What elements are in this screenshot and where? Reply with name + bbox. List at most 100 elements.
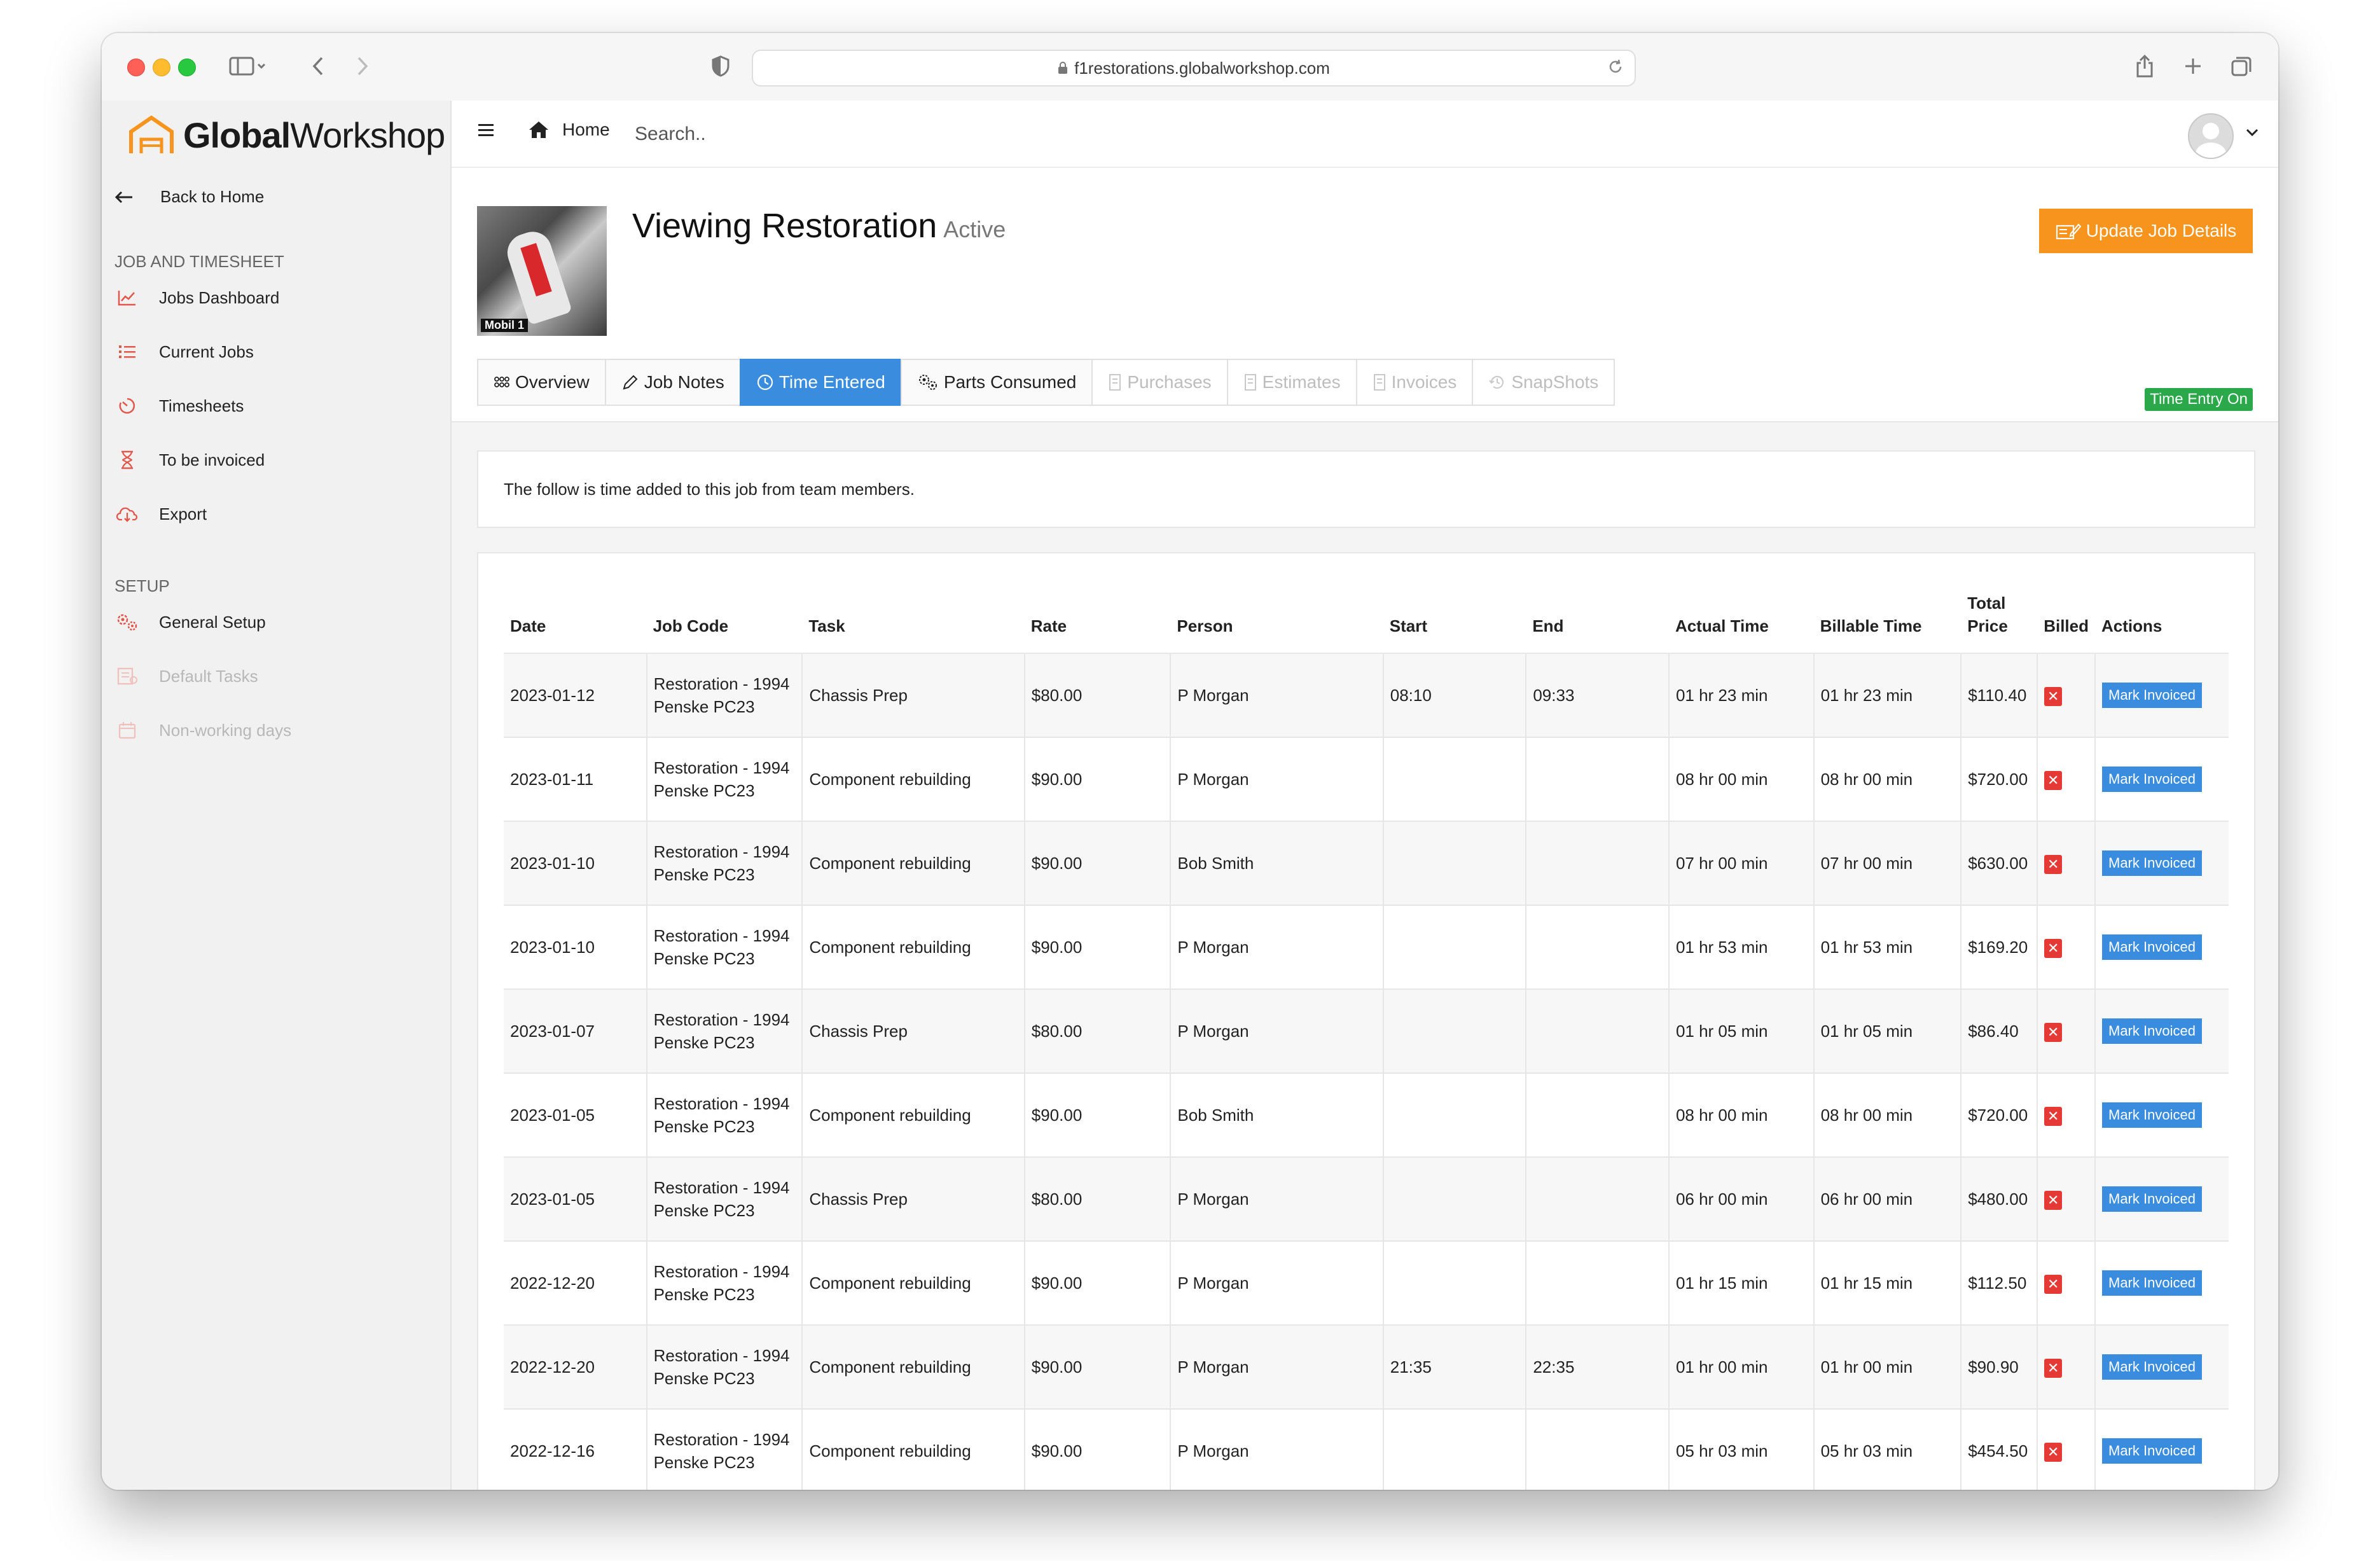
tab-estimates[interactable]: Estimates <box>1226 359 1357 406</box>
sidebar-item-general-setup[interactable]: General Setup <box>114 609 266 635</box>
mark-invoiced-button[interactable]: Mark Invoiced <box>2102 850 2202 876</box>
edit-list-icon <box>2056 222 2081 240</box>
chart-icon <box>114 289 140 306</box>
column-header[interactable]: Person <box>1170 592 1383 654</box>
billed-cell: ✕ <box>2037 1156 2095 1241</box>
rate-cell: $90.00 <box>1023 905 1171 989</box>
column-header[interactable]: Total Price <box>1961 592 2038 654</box>
sidebar-item-default-tasks[interactable]: Default Tasks <box>114 663 258 689</box>
sidebar-item-timesheets[interactable]: Timesheets <box>114 393 244 419</box>
document-icon <box>1243 373 1257 391</box>
tab-invoices[interactable]: Invoices <box>1355 359 1474 406</box>
column-header[interactable]: Billable Time <box>1813 592 1961 654</box>
column-header[interactable]: Task <box>802 592 1025 654</box>
tab-label: Time Entered <box>778 372 885 392</box>
address-bar[interactable]: f1restorations.globalworkshop.com <box>752 50 1636 87</box>
tasks-icon <box>114 667 140 686</box>
rate-cell: $80.00 <box>1023 653 1171 737</box>
start-cell <box>1382 737 1526 821</box>
reload-icon[interactable] <box>1607 58 1624 80</box>
rate-cell: $90.00 <box>1023 1240 1171 1325</box>
job-code-cell: Restoration - 1994 Penske PC23 <box>646 653 803 737</box>
url-text: f1restorations.globalworkshop.com <box>1074 58 1330 78</box>
share-icon[interactable] <box>2131 50 2159 83</box>
minimize-window-button[interactable] <box>153 59 170 76</box>
actions-cell: Mark Invoiced <box>2094 905 2229 989</box>
document-icon <box>1373 373 1387 391</box>
billed-cell: ✕ <box>2037 821 2095 905</box>
mark-invoiced-button[interactable]: Mark Invoiced <box>2102 1186 2202 1212</box>
actual-time-cell: 06 hr 00 min <box>1668 1156 1814 1241</box>
privacy-shield-icon[interactable] <box>705 50 737 83</box>
sidebar-toggle-icon[interactable] <box>223 50 273 83</box>
zoom-window-button[interactable] <box>178 59 196 76</box>
forward-nav-icon[interactable] <box>350 50 375 83</box>
sidebar-item-current-jobs[interactable]: Current Jobs <box>114 339 254 364</box>
arrow-left-icon <box>114 191 140 204</box>
tab-parts-consumed[interactable]: Parts Consumed <box>900 359 1093 406</box>
column-header[interactable]: Date <box>504 592 647 654</box>
sidebar-item-jobs-dashboard[interactable]: Jobs Dashboard <box>114 285 279 310</box>
update-job-details-button[interactable]: Update Job Details <box>2039 209 2253 253</box>
mark-invoiced-button[interactable]: Mark Invoiced <box>2102 767 2202 792</box>
tab-overview[interactable]: Overview <box>477 359 606 406</box>
job-thumbnail[interactable]: Mobil 1 <box>477 206 607 336</box>
sidebar-item-to-be-invoiced[interactable]: To be invoiced <box>114 447 265 473</box>
sidebar-item-non-working-days[interactable]: Non-working days <box>114 718 291 743</box>
column-header[interactable]: End <box>1526 592 1669 654</box>
tab-snapshots[interactable]: SnapShots <box>1472 359 1615 406</box>
total-price-cell: $112.50 <box>1960 1240 2038 1325</box>
mark-invoiced-button[interactable]: Mark Invoiced <box>2102 1018 2202 1044</box>
chevron-down-icon[interactable] <box>2245 127 2259 141</box>
mark-invoiced-button[interactable]: Mark Invoiced <box>2102 683 2202 708</box>
search-input[interactable] <box>633 116 1018 153</box>
column-header[interactable]: Actions <box>2095 592 2229 654</box>
actual-time-cell: 07 hr 00 min <box>1668 821 1814 905</box>
mark-invoiced-button[interactable]: Mark Invoiced <box>2102 1438 2202 1464</box>
task-cell: Component rebuilding <box>801 737 1025 821</box>
column-header[interactable]: Rate <box>1024 592 1171 654</box>
sidebar-item-label: To be invoiced <box>159 450 265 469</box>
billable-time-cell: 08 hr 00 min <box>1813 1072 1961 1157</box>
tab-job-notes[interactable]: Job Notes <box>604 359 741 406</box>
column-header[interactable]: Job Code <box>646 592 803 654</box>
not-billed-icon: ✕ <box>2044 1191 2063 1210</box>
mark-invoiced-button[interactable]: Mark Invoiced <box>2102 1102 2202 1128</box>
avatar[interactable] <box>2188 113 2234 159</box>
tab-time-entered[interactable]: Time Entered <box>739 359 902 406</box>
back-to-home-link[interactable]: Back to Home <box>114 187 264 207</box>
info-text: The follow is time added to this job fro… <box>504 479 915 499</box>
column-header[interactable]: Actual Time <box>1668 592 1814 654</box>
person-cell: P Morgan <box>1170 1240 1383 1325</box>
browser-toolbar: f1restorations.globalworkshop.com <box>102 33 2278 102</box>
billed-cell: ✕ <box>2037 1072 2095 1157</box>
table-row: 2023-01-10 Restoration - 1994 Penske PC23… <box>504 821 2229 905</box>
back-nav-icon[interactable] <box>305 50 331 83</box>
tab-overview-icon[interactable] <box>2227 50 2255 83</box>
job-code-cell: Restoration - 1994 Penske PC23 <box>646 1156 803 1241</box>
column-header[interactable]: Billed <box>2037 592 2095 654</box>
rate-cell: $90.00 <box>1023 821 1171 905</box>
billed-cell: ✕ <box>2037 1408 2095 1490</box>
person-cell: Bob Smith <box>1170 821 1383 905</box>
not-billed-icon: ✕ <box>2044 1359 2063 1378</box>
billable-time-cell: 01 hr 05 min <box>1813 989 1961 1073</box>
sidebar-item-export[interactable]: Export <box>114 501 207 527</box>
close-window-button[interactable] <box>127 59 145 76</box>
end-cell <box>1525 737 1669 821</box>
end-cell <box>1525 905 1669 989</box>
mark-invoiced-button[interactable]: Mark Invoiced <box>2102 1270 2202 1296</box>
column-header[interactable]: Start <box>1383 592 1526 654</box>
billable-time-cell: 08 hr 00 min <box>1813 737 1961 821</box>
time-entries-panel: Date Job Code Task Rate Person Start End… <box>477 552 2255 1490</box>
hamburger-menu-icon[interactable] <box>477 122 495 142</box>
mark-invoiced-button[interactable]: Mark Invoiced <box>2102 934 2202 960</box>
task-cell: Component rebuilding <box>801 1324 1025 1409</box>
home-link[interactable]: Home <box>528 120 610 140</box>
new-tab-icon[interactable] <box>2179 50 2207 83</box>
tab-purchases[interactable]: Purchases <box>1091 359 1228 406</box>
job-code-cell: Restoration - 1994 Penske PC23 <box>646 821 803 905</box>
table-row: 2023-01-10 Restoration - 1994 Penske PC23… <box>504 905 2229 989</box>
brand-logo[interactable]: GlobalWorkshop <box>127 109 445 160</box>
mark-invoiced-button[interactable]: Mark Invoiced <box>2102 1354 2202 1380</box>
